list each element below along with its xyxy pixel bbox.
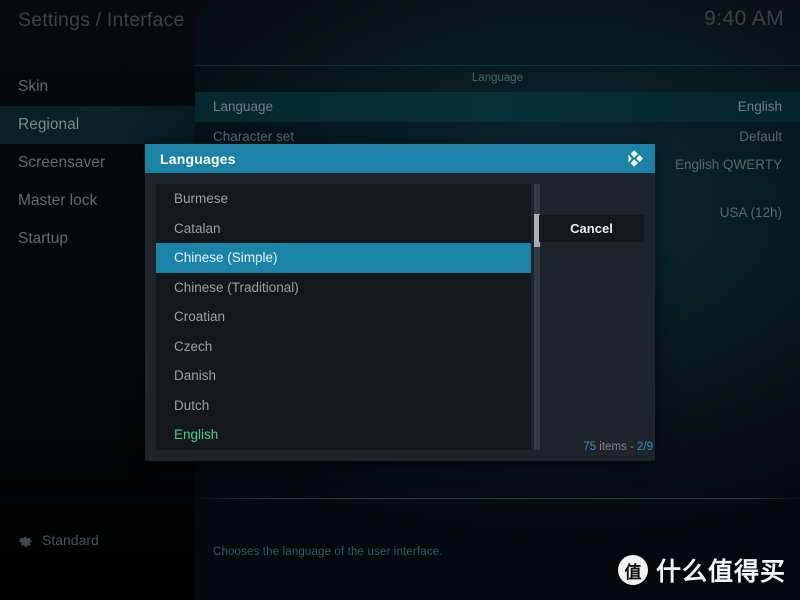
settings-section-header: Language xyxy=(195,65,800,87)
list-item[interactable]: Danish xyxy=(156,361,531,391)
dialog-title: Languages xyxy=(160,150,236,167)
list-item[interactable]: Catalan xyxy=(156,214,531,244)
setting-value: Default xyxy=(739,129,782,144)
setting-value: English xyxy=(737,99,782,114)
dialog-header: Languages xyxy=(145,144,655,173)
page-title: Settings / Interface xyxy=(18,9,185,31)
languages-dialog: Languages Burmese Catalan Chinese (Simpl… xyxy=(145,144,655,461)
settings-level-toggle[interactable]: Standard xyxy=(18,532,99,548)
item-count-number: 75 xyxy=(583,441,597,453)
gear-icon xyxy=(19,536,32,547)
sidebar-item-regional[interactable]: Regional xyxy=(0,106,195,144)
list-item[interactable]: Czech xyxy=(156,332,531,362)
list-item[interactable]: Burmese xyxy=(156,184,531,214)
list-item[interactable]: Chinese (Traditional) xyxy=(156,273,531,303)
setting-label: Language xyxy=(213,99,274,114)
clock: 9:40 AM xyxy=(704,7,784,30)
list-item-selected[interactable]: Chinese (Simple) xyxy=(156,243,531,273)
watermark-text: 什么值得买 xyxy=(655,557,786,586)
setting-row-language[interactable]: Language English xyxy=(195,92,800,122)
settings-level-label: Standard xyxy=(42,532,99,548)
sidebar-item-skin[interactable]: Skin xyxy=(0,68,195,106)
list-item[interactable]: Croatian xyxy=(156,302,531,332)
watermark: 值 什么值得买 xyxy=(617,552,786,588)
list-item[interactable]: Dutch xyxy=(156,391,531,421)
setting-value: English QWERTY xyxy=(674,157,782,172)
language-list: Burmese Catalan Chinese (Simple) Chinese… xyxy=(156,184,531,450)
dialog-body: Burmese Catalan Chinese (Simple) Chinese… xyxy=(145,173,655,461)
setting-value: USA (12h) xyxy=(719,205,782,220)
kodi-logo-icon xyxy=(628,150,643,167)
page-indicator: 2/9 xyxy=(637,441,653,453)
list-item-current[interactable]: English xyxy=(156,420,531,450)
item-count-status: 75 items - 2/9 xyxy=(583,441,653,453)
watermark-badge-icon: 值 xyxy=(617,555,648,585)
kodi-settings-screen: Settings / Interface 9:40 AM Skin Region… xyxy=(0,0,800,600)
item-count-word: items - xyxy=(599,441,634,453)
cancel-button[interactable]: Cancel xyxy=(539,215,644,242)
top-bar: Settings / Interface 9:40 AM xyxy=(0,0,800,48)
